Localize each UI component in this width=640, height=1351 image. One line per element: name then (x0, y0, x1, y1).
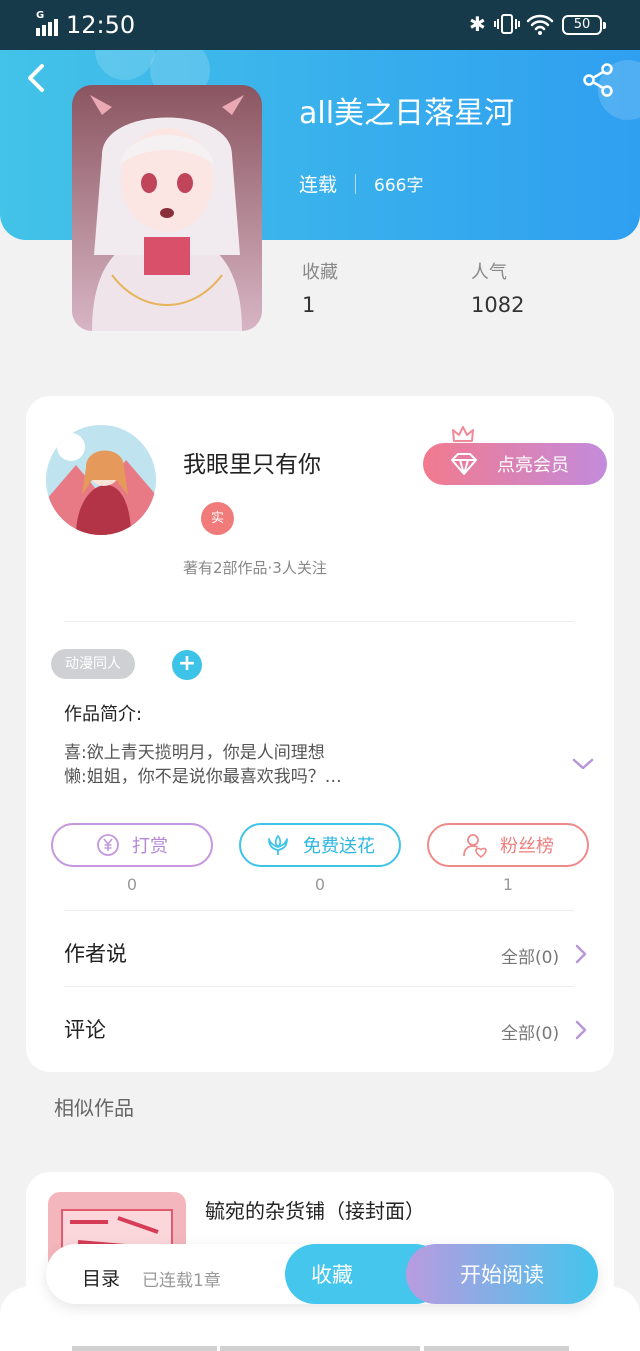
flower-icon (268, 835, 288, 855)
start-reading-button[interactable]: 开始阅读 (406, 1244, 598, 1304)
favorites-count: 1 (302, 293, 316, 317)
share-icon[interactable] (580, 62, 616, 98)
comments-all-link[interactable]: 全部(0) (501, 1019, 559, 1044)
crown-icon (452, 426, 474, 442)
status-time: 12:50 (66, 11, 136, 39)
send-flower-label: 免费送花 (303, 836, 375, 857)
status-bar: G 12:50 ✱ 50 (0, 0, 640, 50)
author-name[interactable]: 我眼里只有你 (183, 445, 321, 479)
verified-badge: 实 (201, 502, 234, 535)
word-count: 666字 (374, 176, 424, 196)
intro-line: 懒:姐姐，你不是说你最喜欢我吗？… (64, 767, 342, 787)
similar-works-title: 相似作品 (54, 1096, 134, 1120)
diamond-icon (451, 453, 477, 475)
popularity-count: 1082 (471, 293, 525, 317)
intro-title: 作品简介: (64, 704, 143, 725)
start-reading-label: 开始阅读 (460, 1263, 544, 1287)
signal-icon: G (34, 10, 62, 36)
nav-indicator (424, 1346, 569, 1351)
favorites-label: 收藏 (302, 262, 338, 283)
battery-level: 50 (573, 17, 591, 32)
similar-work-title[interactable]: 毓宛的杂货铺（接封面） (205, 1195, 425, 1224)
serial-status: 连载 (299, 174, 338, 196)
book-title: all美之日落星河 (299, 96, 515, 131)
divider (64, 621, 574, 622)
reward-label: 打赏 (132, 836, 168, 857)
meta-divider (355, 173, 357, 194)
vip-button[interactable]: 点亮会员 (423, 443, 607, 485)
user-heart-icon (463, 834, 487, 858)
reward-count: 0 (126, 875, 138, 894)
divider (64, 986, 574, 987)
fan-ranking-label: 粉丝榜 (500, 836, 554, 857)
comments-label[interactable]: 评论 (64, 1014, 106, 1044)
chevron-down-icon[interactable] (571, 755, 595, 773)
reward-button[interactable]: 打赏 (51, 823, 213, 867)
author-notes-all-link[interactable]: 全部(0) (501, 943, 559, 968)
chapter-status: 已连载1章 (142, 1271, 221, 1291)
bluetooth-icon: ✱ (469, 12, 486, 36)
favorite-button-label: 收藏 (311, 1263, 353, 1287)
author-stats: 著有2部作品·3人关注 (183, 559, 327, 577)
nav-indicator (72, 1346, 217, 1351)
chevron-right-icon[interactable] (574, 943, 588, 965)
book-cover-image[interactable] (72, 85, 262, 331)
wifi-icon (526, 14, 554, 35)
genre-tag[interactable]: 动漫同人 (51, 649, 135, 679)
author-avatar[interactable] (46, 425, 156, 535)
book-meta: 连载 666字 (299, 170, 423, 197)
fan-count: 1 (502, 875, 514, 894)
vip-button-label: 点亮会员 (497, 455, 569, 476)
divider (64, 910, 574, 911)
yuan-coin-icon (97, 834, 119, 856)
battery-icon: 50 (562, 15, 606, 35)
add-tag-button[interactable]: + (172, 650, 202, 680)
nav-indicator (220, 1346, 420, 1351)
intro-line: 喜:欲上青天揽明月，你是人间理想 (64, 743, 325, 763)
vibrate-icon (494, 14, 520, 34)
chevron-right-icon[interactable] (574, 1019, 588, 1041)
author-notes-label[interactable]: 作者说 (64, 938, 127, 968)
popularity-label: 人气 (471, 262, 507, 283)
send-flower-button[interactable]: 免费送花 (239, 823, 401, 867)
back-arrow-icon[interactable] (22, 62, 52, 94)
fan-ranking-button[interactable]: 粉丝榜 (427, 823, 589, 867)
table-of-contents-button[interactable]: 目录 (82, 1264, 120, 1291)
flower-count: 0 (314, 875, 326, 894)
